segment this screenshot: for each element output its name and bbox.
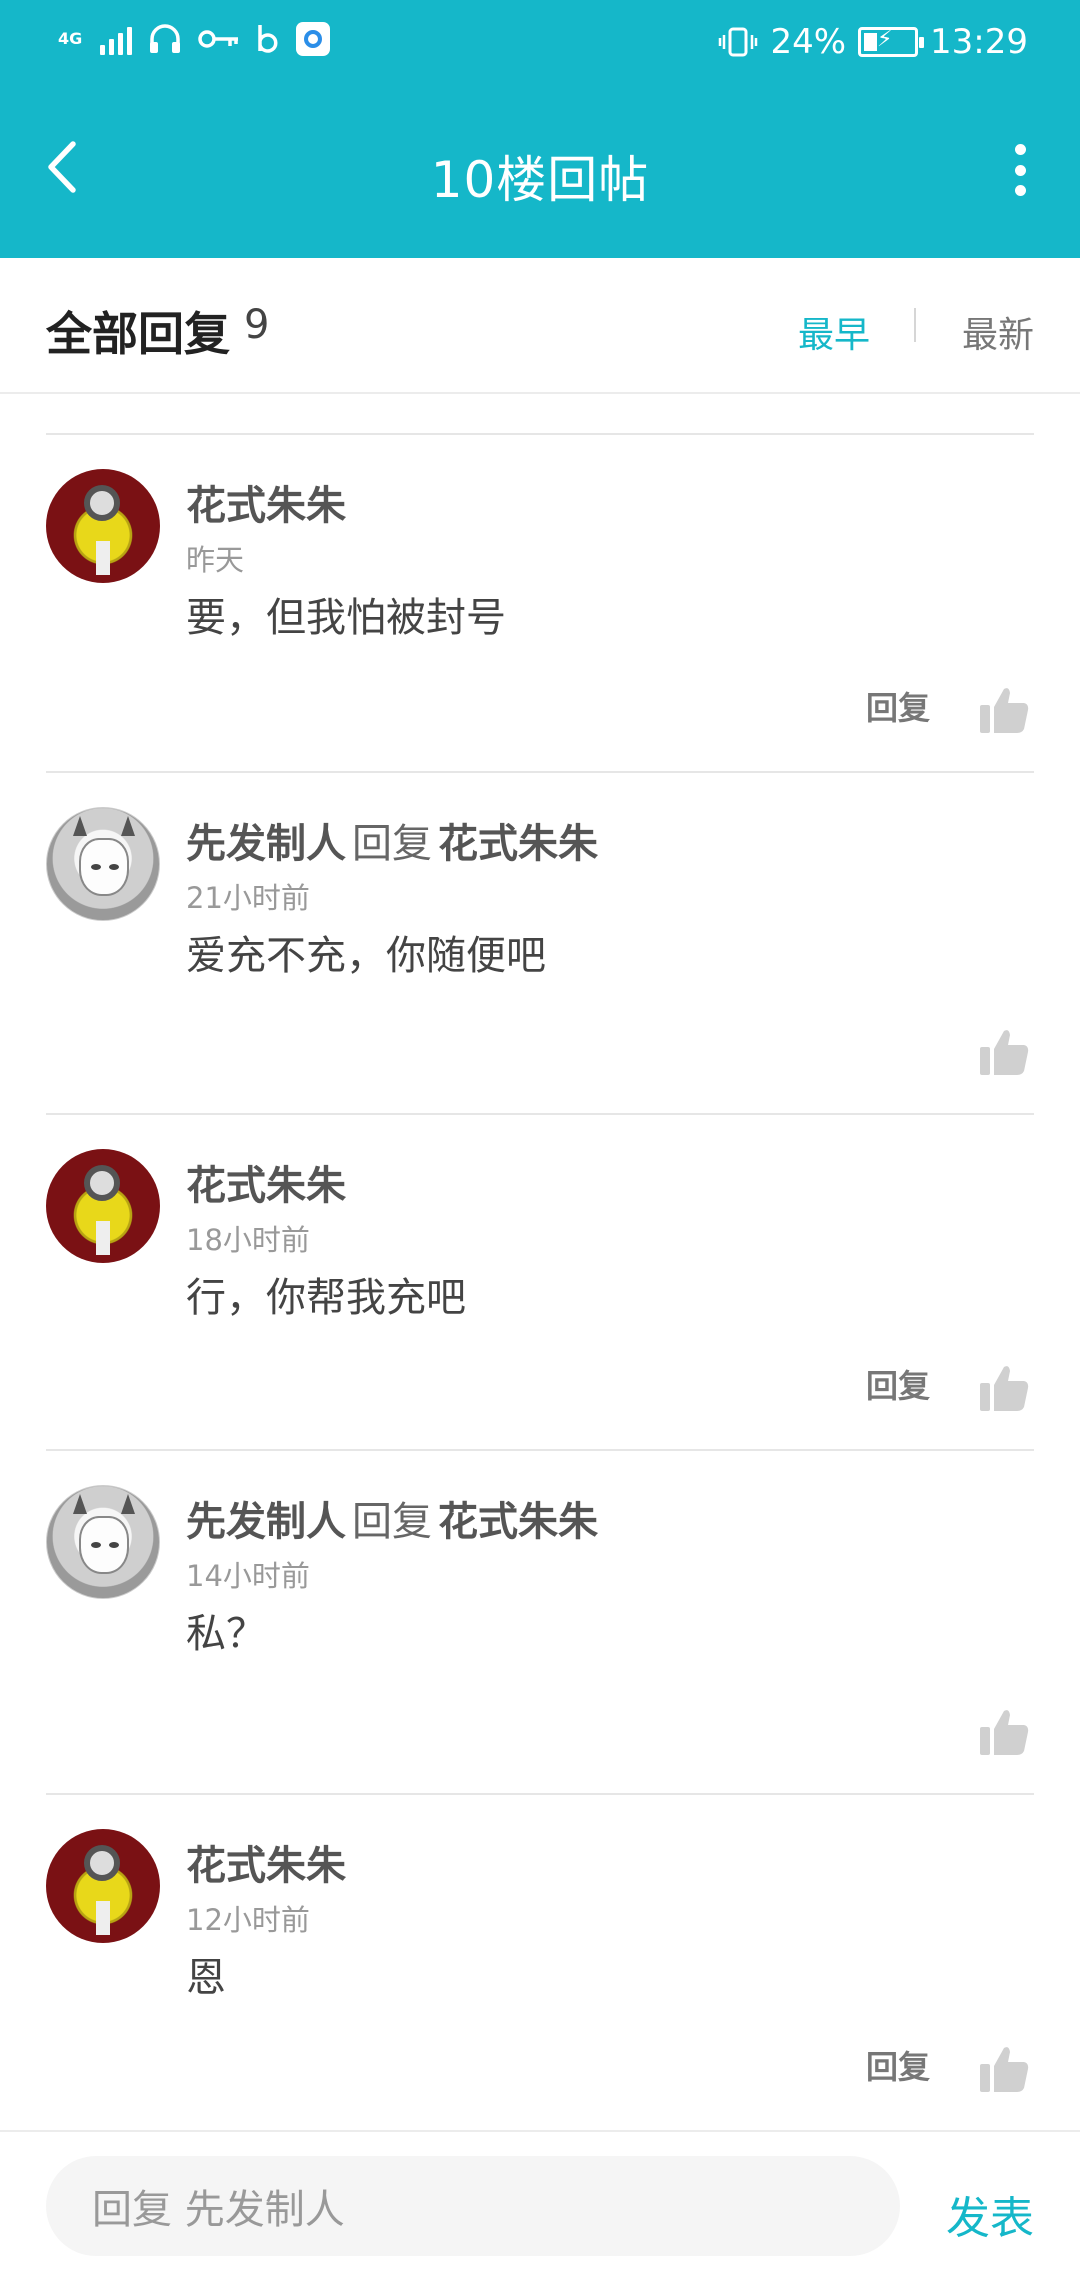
publish-button[interactable]: 发表 xyxy=(946,2182,1034,2246)
thumbs-up-icon[interactable] xyxy=(978,1707,1030,1757)
reply-item: 花式朱朱 昨天 要，但我怕被封号 回复 xyxy=(46,435,1034,773)
reply-time: 12小时前 xyxy=(186,1903,310,1937)
reply-time: 18小时前 xyxy=(186,1223,310,1257)
reply-count: 9 xyxy=(244,302,270,348)
reply-verb: 回复 xyxy=(352,1499,432,1545)
clock: 13:29 xyxy=(930,22,1028,62)
reply-item: 花式朱朱 12小时前 恩 回复 xyxy=(46,1795,1034,2130)
reply-time: 14小时前 xyxy=(186,1559,310,1593)
avatar[interactable] xyxy=(46,1485,160,1599)
signal-icon xyxy=(100,23,132,55)
more-vertical-icon xyxy=(1014,144,1026,155)
more-dot xyxy=(1014,164,1026,176)
b-app-icon xyxy=(258,25,278,53)
more-menu-button[interactable] xyxy=(1000,140,1040,200)
sort-divider xyxy=(914,308,916,342)
reply-button[interactable]: 回复 xyxy=(866,2042,930,2088)
reply-target[interactable]: 花式朱朱 xyxy=(438,821,598,867)
headphones-icon xyxy=(150,24,180,53)
all-replies-label: 全部回复 xyxy=(46,307,230,361)
thumbs-up-icon[interactable] xyxy=(978,1363,1030,1413)
reply-content[interactable]: 爱充不充，你随便吧 xyxy=(186,923,546,981)
reply-item: 先发制人 回复 花式朱朱 21小时前 爱充不充，你随便吧 xyxy=(46,773,1034,1115)
avatar[interactable] xyxy=(46,1829,160,1943)
reply-item: 花式朱朱 18小时前 行，你帮我充吧 回复 xyxy=(46,1115,1034,1451)
reply-input[interactable]: 回复 先发制人 xyxy=(46,2156,900,2256)
thumbs-up-icon[interactable] xyxy=(978,1027,1030,1077)
reply-button[interactable]: 回复 xyxy=(866,1361,930,1407)
key-icon xyxy=(198,30,238,48)
avatar[interactable] xyxy=(46,807,160,921)
reply-author[interactable]: 花式朱朱 xyxy=(186,1163,346,1209)
reply-composer: 回复 先发制人 发表 xyxy=(0,2130,1080,2280)
reply-item: 先发制人 回复 花式朱朱 14小时前 私？ xyxy=(46,1451,1034,1795)
sort-earliest-tab[interactable]: 最早 xyxy=(798,306,870,358)
reply-target[interactable]: 花式朱朱 xyxy=(438,1499,598,1545)
top-bar: 4G 24% ⚡ 13:29 10楼回帖 xyxy=(0,0,1080,258)
avatar[interactable] xyxy=(46,1149,160,1263)
reply-author[interactable]: 花式朱朱 xyxy=(186,483,346,529)
reply-verb: 回复 xyxy=(352,821,432,867)
network-type: 4G xyxy=(58,29,83,48)
more-dot xyxy=(1014,185,1026,196)
reply-time: 昨天 xyxy=(186,543,245,577)
title-bar: 10楼回帖 xyxy=(0,92,1080,258)
battery-icon: ⚡ xyxy=(858,27,925,57)
reply-author[interactable]: 花式朱朱 xyxy=(186,1843,346,1889)
status-bar: 4G 24% ⚡ 13:29 xyxy=(0,0,1080,92)
browser-app-icon xyxy=(296,22,330,56)
reply-author[interactable]: 先发制人 xyxy=(186,1499,346,1545)
avatar[interactable] xyxy=(46,469,160,583)
reply-content[interactable]: 要，但我怕被封号 xyxy=(186,585,506,643)
reply-author[interactable]: 先发制人 xyxy=(186,821,346,867)
battery-percent: 24% xyxy=(770,22,847,62)
reply-content[interactable]: 私？ xyxy=(186,1601,266,1659)
page-title: 10楼回帖 xyxy=(430,151,650,209)
reply-time: 21小时前 xyxy=(186,881,310,915)
reply-content[interactable]: 恩 xyxy=(186,1945,226,2003)
sort-newest-tab[interactable]: 最新 xyxy=(962,306,1034,358)
thumbs-up-icon[interactable] xyxy=(978,2044,1030,2094)
reply-button[interactable]: 回复 xyxy=(866,683,930,729)
vibrate-icon xyxy=(719,27,758,57)
thumbs-up-icon[interactable] xyxy=(978,685,1030,735)
reply-content[interactable]: 行，你帮我充吧 xyxy=(186,1265,466,1323)
replies-header: 全部回复 9 最早 最新 xyxy=(0,258,1080,394)
